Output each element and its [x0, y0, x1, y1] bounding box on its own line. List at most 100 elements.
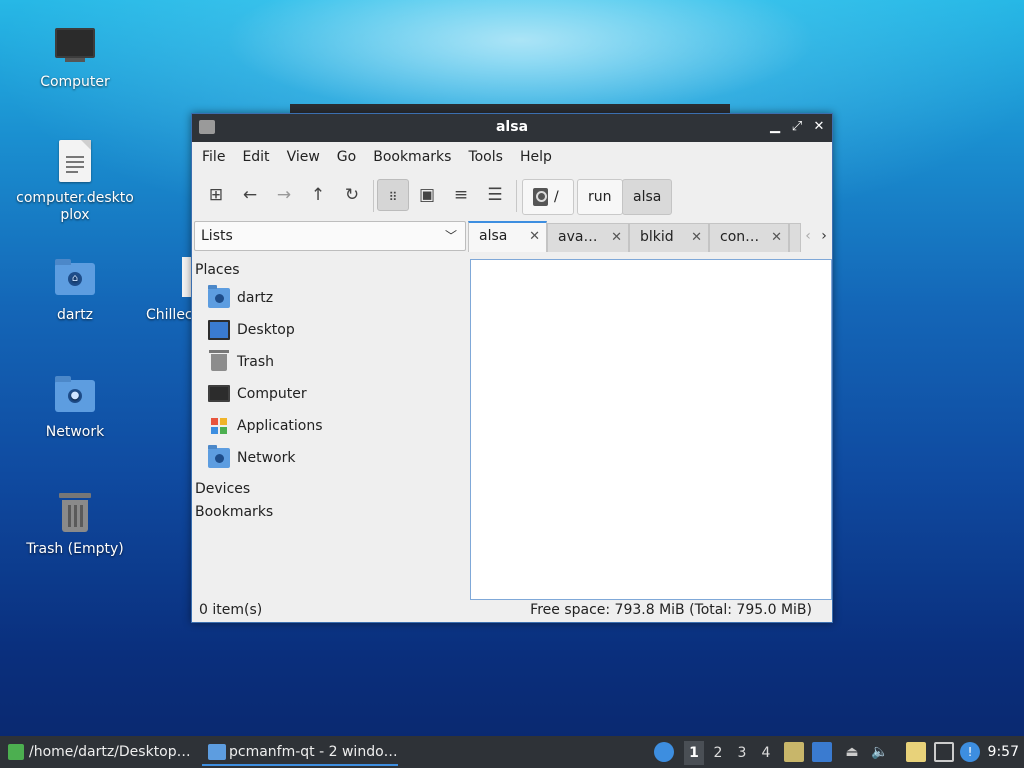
- desktop-icon-label: dartz: [56, 307, 94, 323]
- compact-view-button[interactable]: ≡: [445, 179, 477, 211]
- place-desktop[interactable]: Desktop: [194, 314, 466, 346]
- tab-close-icon[interactable]: ✕: [691, 224, 702, 251]
- new-tab-button[interactable]: ⊞: [200, 179, 232, 211]
- desktop-icon-desktop-file[interactable]: computer.desktoplox: [15, 138, 135, 224]
- menu-bar: File Edit View Go Bookmarks Tools Help: [192, 142, 832, 172]
- path-crumb-run[interactable]: run: [577, 179, 623, 215]
- devices-header[interactable]: Devices: [194, 478, 466, 501]
- detailed-view-button[interactable]: ☰: [479, 179, 511, 211]
- clipboard-icon[interactable]: [906, 742, 926, 762]
- eject-icon[interactable]: ⏏: [842, 742, 862, 762]
- desktop-icon-label: Network: [45, 424, 105, 440]
- arrow-left-icon: ←: [242, 185, 258, 205]
- titlebar[interactable]: alsa ▁ ⤢ ✕: [192, 114, 832, 142]
- task-terminal[interactable]: /home/dartz/Desktop…: [2, 739, 198, 766]
- minimize-icon: ▁: [770, 119, 780, 134]
- places-header[interactable]: Places: [194, 259, 466, 282]
- place-trash[interactable]: Trash: [194, 346, 466, 378]
- item-count: 0 item(s): [199, 602, 263, 618]
- task-file-manager[interactable]: pcmanfm-qt - 2 windo…: [202, 739, 398, 766]
- path-crumb-alsa[interactable]: alsa: [622, 179, 673, 215]
- file-manager-window: alsa ▁ ⤢ ✕ File Edit View Go Bookmarks T…: [191, 113, 833, 623]
- network-manager-icon[interactable]: [654, 742, 674, 762]
- reload-button[interactable]: ↻: [336, 179, 368, 211]
- status-bar: 0 item(s) Free space: 793.8 MiB (Total: …: [192, 598, 832, 622]
- folder-view[interactable]: [470, 259, 832, 600]
- desktop-switch-1[interactable]: 1: [684, 741, 704, 765]
- close-button[interactable]: ✕: [810, 118, 828, 136]
- trash-icon: [51, 489, 99, 537]
- icon-view-button[interactable]: ⠿: [377, 179, 409, 211]
- desktop-icon-computer[interactable]: Computer: [15, 22, 135, 91]
- archive-icon[interactable]: [784, 742, 804, 762]
- taskbar: /home/dartz/Desktop… pcmanfm-qt - 2 wind…: [0, 736, 1024, 768]
- show-desktop-icon[interactable]: [812, 742, 832, 762]
- arrow-right-icon: →: [276, 185, 292, 205]
- desktop-icon-trash[interactable]: Trash (Empty): [15, 489, 135, 558]
- clock[interactable]: 9:57: [988, 736, 1019, 768]
- back-button[interactable]: ←: [234, 179, 266, 211]
- desktop-switch-2[interactable]: 2: [708, 741, 728, 765]
- arrow-up-icon: ↑: [310, 185, 326, 205]
- network-folder-icon: [208, 445, 230, 468]
- list-icon: ≡: [453, 185, 469, 205]
- new-tab-icon: ⊞: [208, 185, 224, 205]
- side-pane-mode-select[interactable]: Lists ﹀: [194, 221, 466, 251]
- bookmarks-header[interactable]: Bookmarks: [194, 501, 466, 524]
- menu-go[interactable]: Go: [337, 149, 365, 165]
- desktop-switch-4[interactable]: 4: [756, 741, 776, 765]
- volume-icon[interactable]: 🔈: [870, 742, 890, 762]
- menu-file[interactable]: File: [202, 149, 234, 165]
- thumbnail-view-button[interactable]: ▣: [411, 179, 443, 211]
- menu-help[interactable]: Help: [520, 149, 561, 165]
- forward-button[interactable]: →: [268, 179, 300, 211]
- network-status-icon[interactable]: [934, 742, 954, 762]
- toolbar: ⊞ ← → ↑ ↻ ⠿ ▣ ≡ ☰ / run alsa: [192, 172, 832, 216]
- desktop-switch-3[interactable]: 3: [732, 741, 752, 765]
- toolbar-separator: [516, 180, 517, 212]
- detailed-list-icon: ☰: [487, 185, 503, 205]
- chevron-right-icon: ›: [821, 228, 827, 244]
- reload-icon: ↻: [344, 185, 360, 205]
- menu-edit[interactable]: Edit: [242, 149, 278, 165]
- grid-icon: ⠿: [388, 190, 398, 204]
- path-crumb-root[interactable]: /: [522, 179, 574, 215]
- tab-scroll-right-button[interactable]: ›: [816, 225, 832, 247]
- path-bar: / run alsa: [522, 179, 828, 215]
- menu-view[interactable]: View: [287, 149, 329, 165]
- free-space: Free space: 793.8 MiB (Total: 795.0 MiB): [530, 602, 812, 618]
- tab-close-icon[interactable]: ✕: [611, 224, 622, 251]
- tab-blkid[interactable]: blkid ✕: [629, 223, 709, 252]
- notification-icon[interactable]: !: [960, 742, 980, 762]
- tab-alsa[interactable]: alsa ✕: [468, 221, 547, 252]
- tab-con[interactable]: con… ✕: [709, 223, 789, 252]
- side-pane: Places dartz Desktop Trash Computer Appl…: [194, 259, 466, 599]
- desktop-icon-label: Computer: [40, 74, 110, 90]
- window-title: alsa: [495, 119, 529, 135]
- tab-ava[interactable]: ava… ✕: [547, 223, 629, 252]
- applications-icon: [210, 416, 228, 436]
- place-home[interactable]: dartz: [194, 282, 466, 314]
- minimize-button[interactable]: ▁: [766, 118, 784, 136]
- document-icon: [51, 138, 99, 186]
- desktop-icon: [208, 320, 230, 340]
- desktop-icon-home[interactable]: ⌂ dartz: [15, 255, 135, 324]
- home-folder-icon: [208, 285, 230, 308]
- place-computer[interactable]: Computer: [194, 378, 466, 410]
- drive-icon: [533, 188, 548, 206]
- menu-tools[interactable]: Tools: [468, 149, 512, 165]
- desktop-icon-label: computer.desktoplox: [16, 190, 134, 223]
- tab-scroll-left-button[interactable]: ‹: [800, 225, 816, 247]
- place-applications[interactable]: Applications: [194, 410, 466, 442]
- up-button[interactable]: ↑: [302, 179, 334, 211]
- home-folder-icon: ⌂: [51, 255, 99, 303]
- folder-icon: [208, 744, 226, 760]
- desktop-icon-chillec[interactable]: Chillec: [122, 255, 192, 324]
- menu-bookmarks[interactable]: Bookmarks: [373, 149, 460, 165]
- tab-close-icon[interactable]: ✕: [529, 223, 540, 250]
- tab-close-icon[interactable]: ✕: [771, 224, 782, 251]
- place-network[interactable]: Network: [194, 442, 466, 474]
- desktop-icon-label: Chillec: [146, 307, 192, 323]
- desktop-icon-network[interactable]: ● Network: [15, 372, 135, 441]
- maximize-button[interactable]: ⤢: [788, 118, 806, 136]
